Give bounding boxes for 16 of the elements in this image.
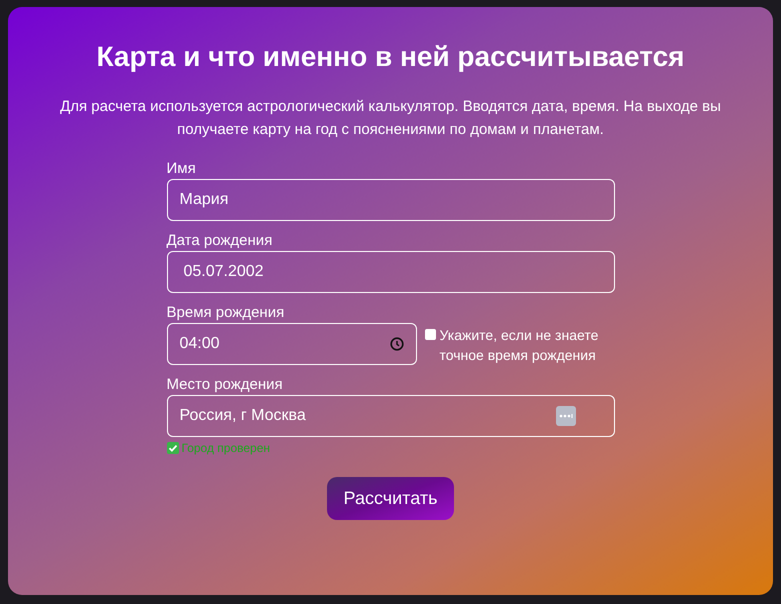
- status-text: Город проверен: [182, 441, 270, 455]
- checkbox-label: Укажите, если не знаете точное время рождения: [440, 326, 600, 365]
- field-label: Дата рождения: [166, 231, 274, 251]
- place-input-field[interactable]: Россия, г Москва: [166, 395, 614, 437]
- time-input-field[interactable]: 04:00: [166, 323, 416, 365]
- autofill-icon[interactable]: [556, 406, 576, 426]
- date-input-field[interactable]: 05.07.2002: [166, 251, 614, 293]
- field-label: Место рождения: [166, 375, 284, 395]
- checkbox[interactable]: [424, 329, 436, 340]
- page-title: Карта и что именно в ней рассчитывается: [96, 41, 684, 73]
- clock-icon[interactable]: [390, 337, 404, 351]
- text-input-field[interactable]: Мария: [166, 179, 614, 221]
- calculate-button[interactable]: Рассчитать: [326, 477, 454, 520]
- field-label: Имя: [166, 159, 197, 179]
- description: Для расчета используется астрологический калькулятор. Вводятся дата, время. На выходе вы получаете карту на год с пояснениями по домам и планетам.: [59, 97, 722, 140]
- field-label: Время рождения: [166, 303, 286, 323]
